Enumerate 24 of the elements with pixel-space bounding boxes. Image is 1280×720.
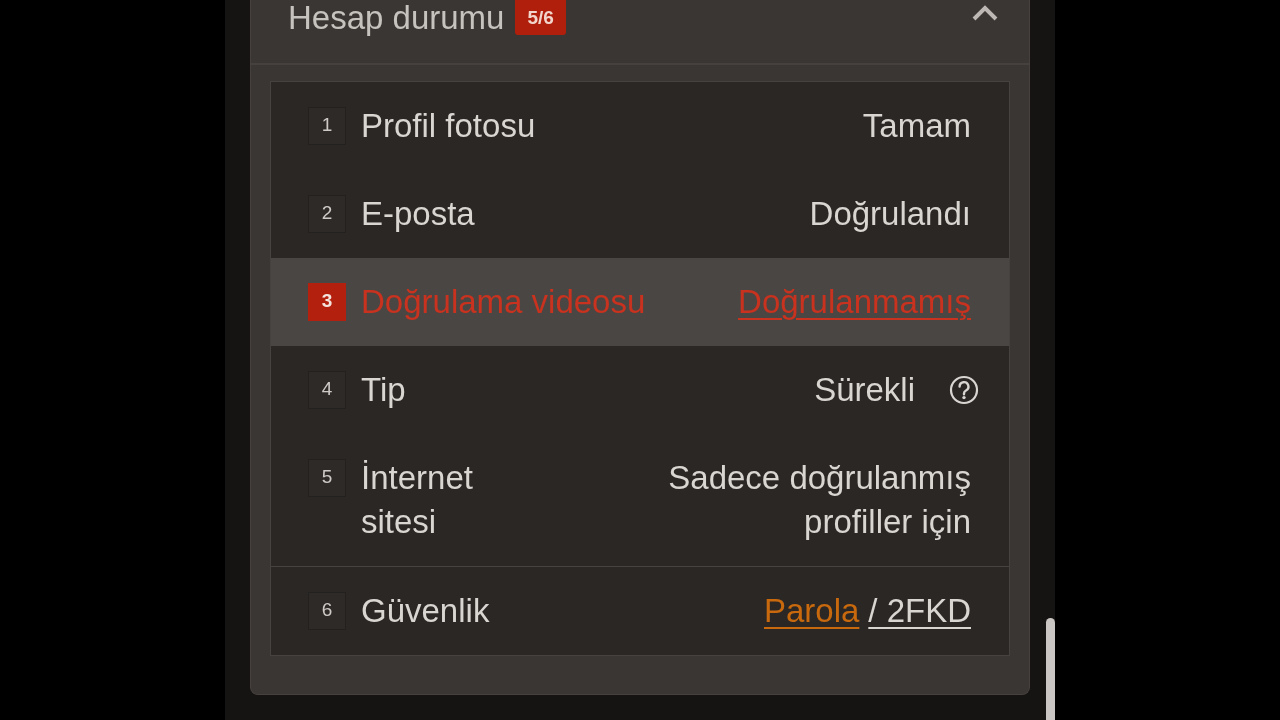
status-value: Sürekli xyxy=(814,370,915,410)
chevron-up-icon[interactable] xyxy=(972,5,998,22)
step-number: 4 xyxy=(308,371,346,409)
status-label: Profil fotosu xyxy=(361,106,537,146)
step-number: 6 xyxy=(308,592,346,630)
step-number: 2 xyxy=(308,195,346,233)
progress-badge: 5/6 xyxy=(515,0,566,35)
step-number: 1 xyxy=(308,107,346,145)
status-label: Tip xyxy=(361,370,407,410)
help-icon[interactable] xyxy=(949,375,979,405)
status-row[interactable]: 3 Doğrulama videosu Doğrulanmamış xyxy=(271,258,1009,346)
step-number: 5 xyxy=(308,459,346,497)
status-label: Doğrulama videosu xyxy=(361,282,647,322)
status-value: Doğrulandı xyxy=(809,194,971,234)
status-label: E-posta xyxy=(361,194,476,234)
scrollbar-thumb[interactable] xyxy=(1046,618,1055,720)
status-value: Sadece doğrulanmış profiller için xyxy=(668,458,971,542)
status-label: Güvenlik xyxy=(361,591,491,631)
status-value: Tamam xyxy=(862,106,971,146)
status-value: / 2FKD xyxy=(868,591,971,631)
status-link[interactable]: Parola xyxy=(764,589,860,633)
panel-title: Hesap durumu xyxy=(288,0,505,36)
status-label: İnternet sitesi xyxy=(361,458,474,542)
step-number: 3 xyxy=(308,283,346,321)
